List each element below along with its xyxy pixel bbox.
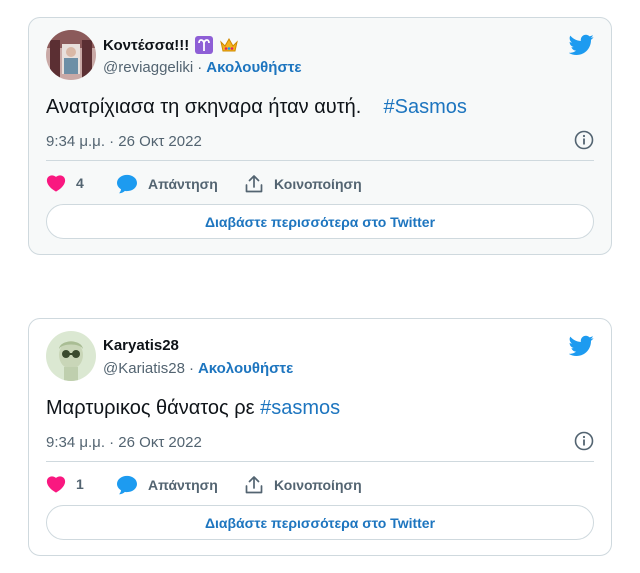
like-button[interactable]: 1 <box>46 475 84 493</box>
heart-icon <box>46 476 66 493</box>
hashtag-link[interactable]: #sasmos <box>260 397 340 419</box>
read-more-button[interactable]: Διαβάστε περισσότερα στο Twitter <box>46 204 594 239</box>
reply-label: Απάντηση <box>148 176 218 192</box>
timestamp[interactable]: 9:34 μ.μ. · 26 Οκτ 2022 <box>46 133 202 150</box>
reply-button[interactable]: Απάντηση <box>116 475 218 495</box>
reply-bubble-icon <box>117 174 137 194</box>
tweet-card-2[interactable]: Karyatis28 @Kariatis28 · Ακολουθήστε Μαρτυ… <box>28 318 612 556</box>
timestamp[interactable]: 9:34 μ.μ. · 26 Οκτ 2022 <box>46 434 202 451</box>
divider <box>46 160 594 161</box>
twitter-bird-icon[interactable] <box>569 335 594 357</box>
share-icon <box>245 476 263 494</box>
handle-row: @reviaggeliki · Ακολουθήστε <box>103 59 302 76</box>
handle[interactable]: @Kariatis28 <box>103 360 185 377</box>
display-name[interactable]: Karyatis28 <box>103 337 179 354</box>
handle[interactable]: @reviaggeliki <box>103 59 193 76</box>
like-count: 1 <box>76 476 84 492</box>
avatar[interactable] <box>46 30 96 80</box>
tweet-card-1[interactable]: Κοντέσσα!!! @reviaggeliki·Ακολουθήστε <box>28 17 612 255</box>
handle-row: @Kariatis28 · Ακολουθήστε <box>103 360 294 377</box>
share-icon <box>245 175 263 193</box>
tweet-header: Karyatis28 @Kariatis28 · Ακολουθήστε <box>46 331 594 383</box>
info-icon[interactable] <box>574 130 594 150</box>
heart-icon <box>46 175 66 192</box>
share-button[interactable]: Κοινοποίηση <box>244 475 362 495</box>
share-label: Κοινοποίηση <box>274 477 362 493</box>
follow-link[interactable]: Ακολουθήστε <box>206 59 301 76</box>
display-name[interactable]: Κοντέσσα!!! <box>103 37 189 54</box>
display-name-row: Κοντέσσα!!! <box>103 36 239 54</box>
tweet-text: Μαρτυρικος θάνατος ρε #sasmos <box>46 397 341 419</box>
crown-emoji-icon <box>219 36 239 54</box>
tweet-header: Κοντέσσα!!! @reviaggeliki · Ακολουθήστε <box>46 30 594 82</box>
reply-bubble-icon <box>117 475 137 495</box>
hashtag-link[interactable]: #Sasmos <box>384 96 467 118</box>
read-more-button[interactable]: Διαβάστε περισσότερα στο Twitter <box>46 505 594 540</box>
display-name-row: Karyatis28 <box>103 337 179 354</box>
twitter-bird-icon[interactable] <box>569 34 594 56</box>
follow-link[interactable]: Ακολουθήστε <box>198 360 293 377</box>
like-button[interactable]: 4 <box>46 174 84 192</box>
like-count: 4 <box>76 175 84 191</box>
avatar[interactable] <box>46 331 96 381</box>
reply-button[interactable]: Απάντηση <box>116 174 218 194</box>
share-label: Κοινοποίηση <box>274 176 362 192</box>
reply-label: Απάντηση <box>148 477 218 493</box>
info-icon[interactable] <box>574 431 594 451</box>
aries-emoji-icon <box>195 36 214 54</box>
divider <box>46 461 594 462</box>
tweet-text: Ανατρίχιασα τη σκηναρα ήταν αυτή. #Sasmo… <box>46 96 467 118</box>
share-button[interactable]: Κοινοποίηση <box>244 174 362 194</box>
